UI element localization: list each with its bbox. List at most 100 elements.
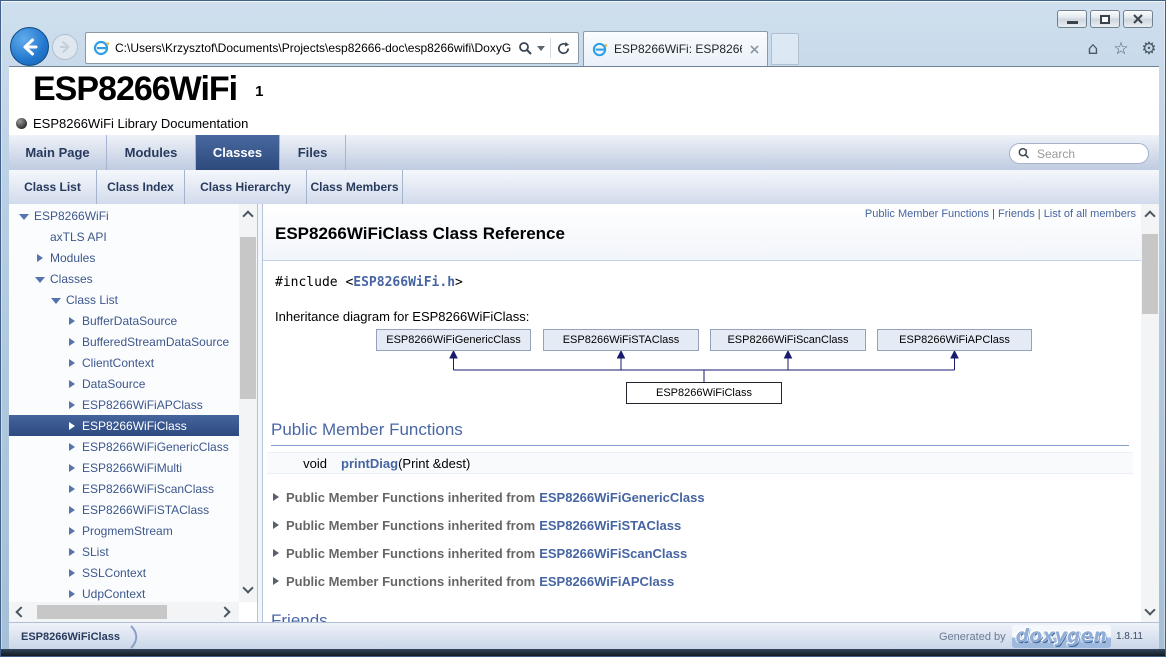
- class-link[interactable]: ESP8266WiFiAPClass: [539, 574, 674, 589]
- include-file-link[interactable]: ESP8266WiFi.h: [353, 275, 455, 290]
- close-button[interactable]: [1123, 10, 1153, 28]
- tree-item[interactable]: ClientContext: [9, 352, 239, 373]
- new-tab-button[interactable]: [771, 33, 799, 65]
- summary-link-public-members[interactable]: Public Member Functions: [865, 208, 989, 220]
- tab-files[interactable]: Files: [280, 135, 346, 170]
- forward-button[interactable]: [52, 34, 78, 60]
- expand-arrow-icon[interactable]: [67, 505, 77, 515]
- tree-item[interactable]: ProgmemStream: [9, 520, 239, 541]
- tree-item[interactable]: ESP8266WiFiMulti: [9, 457, 239, 478]
- tree-item[interactable]: SList: [9, 541, 239, 562]
- expand-arrow-icon: [273, 549, 279, 557]
- inherited-section-toggle[interactable]: Public Member Functions inherited from E…: [273, 487, 705, 507]
- tree-item[interactable]: ESP8266WiFi: [9, 205, 239, 226]
- scroll-up-button[interactable]: [239, 206, 257, 226]
- settings-gear-icon[interactable]: ⚙: [1139, 39, 1159, 59]
- home-icon[interactable]: ⌂: [1083, 39, 1103, 59]
- tree-item-selected[interactable]: ESP8266WiFiClass: [9, 415, 239, 436]
- tab-class-index[interactable]: Class Index: [97, 170, 185, 204]
- scroll-down-button[interactable]: [1141, 600, 1159, 620]
- minimize-icon: [1067, 21, 1078, 24]
- favorites-star-icon[interactable]: ☆: [1111, 39, 1131, 59]
- expand-arrow-icon[interactable]: [67, 463, 77, 473]
- scroll-right-button[interactable]: [215, 602, 235, 622]
- search-icon[interactable]: [1018, 147, 1032, 160]
- tree-item[interactable]: ESP8266WiFiGenericClass: [9, 436, 239, 457]
- tab-title: ESP8266WiFi: ESP8266WiFi...: [614, 42, 742, 56]
- tree-item[interactable]: axTLS API: [9, 226, 239, 247]
- address-dropdown-icon[interactable]: [537, 46, 545, 51]
- tree-item[interactable]: ESP8266WiFiAPClass: [9, 394, 239, 415]
- scrollbar-thumb[interactable]: [37, 605, 167, 619]
- tree-item[interactable]: Classes: [9, 268, 239, 289]
- diagram-node[interactable]: ESP8266WiFiScanClass: [710, 329, 866, 351]
- address-bar[interactable]: C:\Users\Krzysztof\Documents\Projects\es…: [85, 32, 579, 64]
- tree-item[interactable]: BufferDataSource: [9, 310, 239, 331]
- sub-nav-tabs: Class List Class Index Class Hierarchy C…: [9, 170, 1159, 204]
- tab-class-list[interactable]: Class List: [9, 170, 97, 204]
- tab-main-page[interactable]: Main Page: [9, 135, 107, 170]
- chevron-right-icon: [130, 625, 142, 649]
- collapse-arrow-icon[interactable]: [51, 295, 61, 305]
- scrollbar-thumb[interactable]: [240, 237, 256, 399]
- project-name: ESP8266WiFi1: [33, 70, 262, 109]
- tab-close-button[interactable]: [750, 45, 759, 54]
- expand-arrow-icon[interactable]: [67, 589, 77, 599]
- search-input[interactable]: Search: [1009, 143, 1149, 164]
- tree-item[interactable]: ESP8266WiFiSTAClass: [9, 499, 239, 520]
- inherited-section-toggle[interactable]: Public Member Functions inherited from E…: [273, 543, 687, 563]
- collapse-arrow-icon[interactable]: [19, 211, 29, 221]
- scroll-left-button[interactable]: [11, 602, 31, 622]
- expand-arrow-icon[interactable]: [67, 421, 77, 431]
- scroll-up-button[interactable]: [1141, 206, 1159, 226]
- tree-item[interactable]: ESP8266WiFiScanClass: [9, 478, 239, 499]
- expand-arrow-icon[interactable]: [67, 568, 77, 578]
- breadcrumb[interactable]: ESP8266WiFiClass: [9, 623, 142, 649]
- class-link[interactable]: ESP8266WiFiScanClass: [539, 546, 687, 561]
- doxygen-logo[interactable]: doxygen: [1012, 625, 1111, 648]
- tab-class-hierarchy[interactable]: Class Hierarchy: [185, 170, 307, 204]
- diagram-node[interactable]: ESP8266WiFiAPClass: [877, 329, 1032, 351]
- class-link[interactable]: ESP8266WiFiGenericClass: [539, 490, 704, 505]
- tree-item[interactable]: SSLContext: [9, 562, 239, 583]
- expand-arrow-icon[interactable]: [67, 526, 77, 536]
- expand-arrow-icon[interactable]: [67, 316, 77, 326]
- expand-arrow-icon[interactable]: [35, 253, 45, 263]
- refresh-icon[interactable]: [556, 41, 571, 56]
- member-function-link[interactable]: printDiag: [341, 456, 398, 471]
- summary-link-all-members[interactable]: List of all members: [1044, 208, 1136, 220]
- inheritance-caption: Inheritance diagram for ESP8266WiFiClass…: [275, 309, 529, 324]
- tree-item[interactable]: UdpContext: [9, 583, 239, 604]
- expand-arrow-icon[interactable]: [67, 442, 77, 452]
- class-link[interactable]: ESP8266WiFiSTAClass: [539, 518, 681, 533]
- tree-item[interactable]: BufferedStreamDataSource: [9, 331, 239, 352]
- back-button[interactable]: [10, 27, 49, 66]
- summary-link-friends[interactable]: Friends: [998, 208, 1035, 220]
- scrollbar-thumb[interactable]: [1142, 234, 1158, 314]
- tree-item[interactable]: Modules: [9, 247, 239, 268]
- tree-item[interactable]: Class List: [9, 289, 239, 310]
- expand-arrow-icon[interactable]: [67, 400, 77, 410]
- expand-arrow-icon[interactable]: [67, 484, 77, 494]
- restore-button[interactable]: [1090, 10, 1120, 28]
- expand-arrow-icon[interactable]: [67, 547, 77, 557]
- scroll-down-button[interactable]: [239, 578, 257, 598]
- collapse-arrow-icon[interactable]: [35, 274, 45, 284]
- generated-by: Generated by doxygen 1.8.11: [939, 625, 1159, 648]
- sidebar-scrollbar-horizontal: [9, 602, 239, 622]
- close-icon: [750, 45, 759, 54]
- diagram-node[interactable]: ESP8266WiFiSTAClass: [543, 329, 699, 351]
- tab-modules[interactable]: Modules: [107, 135, 196, 170]
- browser-tab[interactable]: ESP8266WiFi: ESP8266WiFi...: [583, 31, 768, 66]
- tab-classes[interactable]: Classes: [196, 135, 280, 170]
- inherited-section-toggle[interactable]: Public Member Functions inherited from E…: [273, 571, 674, 591]
- inherited-section-toggle[interactable]: Public Member Functions inherited from E…: [273, 515, 681, 535]
- diagram-node[interactable]: ESP8266WiFiGenericClass: [376, 329, 531, 351]
- tab-class-members[interactable]: Class Members: [307, 170, 403, 204]
- minimize-button[interactable]: [1057, 10, 1087, 28]
- tree-item[interactable]: DataSource: [9, 373, 239, 394]
- expand-arrow-icon[interactable]: [67, 358, 77, 368]
- expand-arrow-icon[interactable]: [67, 337, 77, 347]
- search-icon[interactable]: [518, 41, 532, 55]
- expand-arrow-icon[interactable]: [67, 379, 77, 389]
